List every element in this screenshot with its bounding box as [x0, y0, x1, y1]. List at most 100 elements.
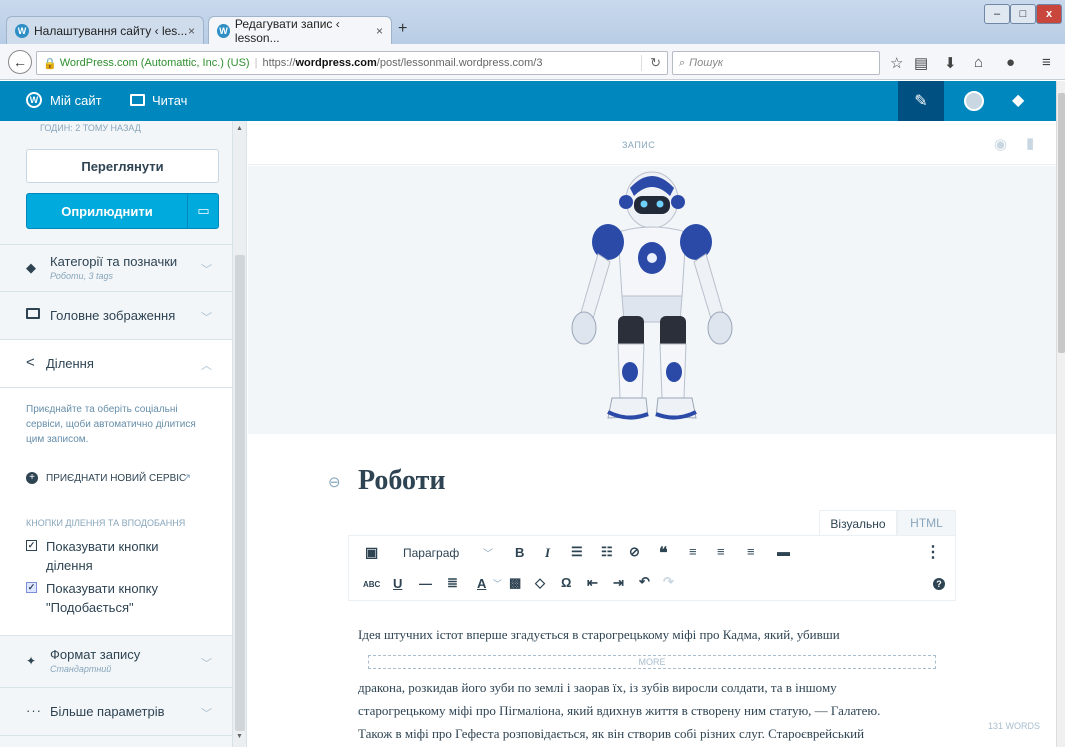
calendar-icon[interactable]: ▭ — [187, 194, 219, 228]
tab-edit-post[interactable]: W Редагувати запис ‹ lesson... × — [208, 16, 392, 45]
sharing-description: Приєднайте та оберіть соціальні сервіси,… — [26, 404, 196, 445]
numbered-list-icon[interactable]: ☷ — [601, 544, 613, 560]
new-tab-button[interactable]: + — [398, 20, 407, 38]
maximize-button[interactable]: □ — [1010, 4, 1036, 24]
body-line: Також в міфі про Гефеста розповідається,… — [358, 726, 865, 741]
menu-icon[interactable]: ≡ — [1042, 54, 1051, 71]
sharing-title: Ділення — [46, 356, 94, 371]
paragraph-body[interactable]: дракона, розкидав його зуби по землі і з… — [358, 676, 978, 745]
post-format-section[interactable]: ✦ Формат запису Стандартний ﹀ — [0, 636, 232, 688]
tab-title: Налаштування сайту ‹ les... — [34, 23, 188, 38]
trash-icon[interactable]: ▮ — [1026, 134, 1034, 152]
wordpress-logo-icon: W — [26, 92, 42, 108]
preview-button[interactable]: Переглянути — [26, 149, 219, 183]
lock-icon: 🔒 — [43, 57, 57, 70]
preview-eye-icon[interactable]: ◉ — [994, 135, 1007, 153]
undo-icon[interactable]: ↶ — [639, 574, 650, 590]
robot-image — [571, 171, 733, 420]
word-count: 131 WORDS — [988, 721, 1041, 731]
chevron-down-icon: ﹀ — [483, 549, 493, 560]
blockquote-icon[interactable]: ❝ — [659, 543, 668, 563]
post-format-value: Стандартний — [50, 664, 112, 674]
tag-icon: ◆ — [26, 260, 36, 275]
more-vertical-icon[interactable]: ⋮ — [925, 542, 941, 562]
plus-circle-icon: + — [26, 472, 38, 484]
paste-text-icon[interactable]: ▩ — [509, 575, 521, 591]
tab-visual[interactable]: Візуально — [819, 510, 897, 536]
url-bar[interactable]: 🔒 WordPress.com (Automattic, Inc.) (US) … — [36, 51, 668, 75]
permalink-icon[interactable]: ⊖ — [328, 473, 341, 491]
wordpress-icon: W — [15, 23, 29, 38]
publish-button-group: Оприлюднити ▭ — [26, 193, 219, 229]
publish-button[interactable]: Оприлюднити — [27, 194, 187, 228]
show-like-checkbox[interactable]: ✓ — [26, 582, 37, 593]
body-line: дракона, розкидав його зуби по землі і з… — [358, 680, 837, 695]
align-right-icon[interactable]: ≡ — [747, 544, 755, 559]
tab-title: Редагувати запис ‹ lesson... — [234, 16, 340, 45]
bullet-list-icon[interactable]: ☰ — [571, 544, 583, 560]
close-tab-icon[interactable]: × — [376, 24, 383, 38]
clear-formatting-icon[interactable]: ◇ — [535, 575, 545, 591]
minimize-button[interactable]: – — [984, 4, 1010, 24]
write-post-icon[interactable]: ✎ — [898, 81, 944, 121]
categories-section[interactable]: ◆ Категорії та позначки Роботи, 3 tags ﹀ — [0, 244, 232, 292]
featured-image-section[interactable]: Головне зображення ﹀ — [0, 292, 232, 340]
notifications-icon[interactable]: ◆ — [1012, 90, 1024, 110]
reading-list-icon[interactable]: ▤ — [914, 54, 928, 72]
more-options-title: Більше параметрів — [50, 704, 165, 719]
close-tab-icon[interactable]: × — [188, 24, 195, 38]
indent-icon[interactable]: ⇥ — [613, 575, 624, 591]
align-center-icon[interactable]: ≡ — [717, 544, 725, 559]
tab-site-settings[interactable]: W Налаштування сайту ‹ les... × — [6, 16, 204, 44]
italic-icon[interactable]: I — [545, 545, 550, 561]
more-separator[interactable]: MORE — [368, 655, 936, 669]
post-title[interactable]: Роботи — [358, 465, 446, 497]
download-icon[interactable]: ⬇ — [944, 54, 957, 72]
home-icon[interactable]: ⌂ — [974, 54, 983, 71]
more-label: MORE — [632, 657, 672, 667]
link-icon[interactable]: ⊘ — [629, 544, 640, 560]
back-arrow-icon[interactable]: ← — [8, 50, 32, 74]
url-path: /post/lessonmail.wordpress.com/3 — [376, 57, 543, 69]
sharing-section-header[interactable]: < Ділення ︿ — [0, 340, 232, 388]
help-icon[interactable]: ? — [933, 578, 945, 590]
sidebar-scroll-thumb[interactable] — [235, 255, 245, 731]
strikethrough-icon[interactable]: ABC — [363, 580, 380, 589]
page-scrollbar[interactable] — [1056, 81, 1065, 747]
outdent-icon[interactable]: ⇤ — [587, 575, 598, 591]
search-placeholder: Пошук — [689, 57, 724, 69]
connect-service-link[interactable]: ПРИЄДНАТИ НОВИЙ СЕРВІС — [46, 473, 186, 484]
reload-icon[interactable]: ↻ — [641, 55, 661, 71]
browser-titlebar: W Налаштування сайту ‹ les... × W Редагу… — [0, 0, 1065, 45]
justify-icon[interactable]: ≣ — [447, 575, 458, 591]
close-window-button[interactable]: x — [1036, 4, 1062, 24]
special-character-icon[interactable]: Ω — [561, 575, 571, 590]
chat-icon[interactable]: ● — [1006, 54, 1015, 71]
add-media-icon[interactable]: ▣ — [365, 544, 378, 561]
format-select[interactable]: Параграф — [403, 546, 459, 560]
page-scroll-thumb[interactable] — [1058, 93, 1065, 353]
bold-icon[interactable]: B — [515, 545, 524, 560]
tab-html[interactable]: HTML — [897, 510, 956, 536]
wordpress-icon: W — [217, 23, 230, 38]
sidebar-scrollbar[interactable]: ▲ ▼ — [232, 121, 246, 747]
avatar[interactable] — [964, 91, 984, 111]
url-prefix: https:// — [262, 57, 296, 69]
redo-icon[interactable]: ↷ — [663, 574, 674, 590]
read-more-icon[interactable]: ▬ — [777, 544, 790, 559]
my-site-link[interactable]: Мій сайт — [50, 93, 102, 108]
show-sharing-label: Показувати кнопки ділення — [46, 539, 159, 573]
search-input[interactable]: ⌕ Пошук — [672, 51, 880, 75]
paragraph-intro[interactable]: Ідея штучних істот вперше згадується в с… — [358, 623, 958, 646]
align-left-icon[interactable]: ≡ — [689, 544, 697, 559]
show-sharing-checkbox[interactable]: ✓ — [26, 540, 37, 551]
horizontal-line-icon[interactable]: — — [419, 576, 432, 591]
featured-image[interactable] — [248, 166, 1056, 434]
bookmark-star-icon[interactable]: ☆ — [890, 54, 903, 72]
underline-icon[interactable]: U — [393, 576, 402, 591]
reader-link[interactable]: Читач — [152, 93, 187, 108]
more-options-section[interactable]: ··· Більше параметрів ﹀ — [0, 688, 232, 736]
text-color-icon[interactable]: A — [477, 576, 486, 591]
post-type-label: ЗАПИС — [622, 140, 656, 150]
browser-navbar: ← 🔒 WordPress.com (Automattic, Inc.) (US… — [0, 44, 1065, 80]
